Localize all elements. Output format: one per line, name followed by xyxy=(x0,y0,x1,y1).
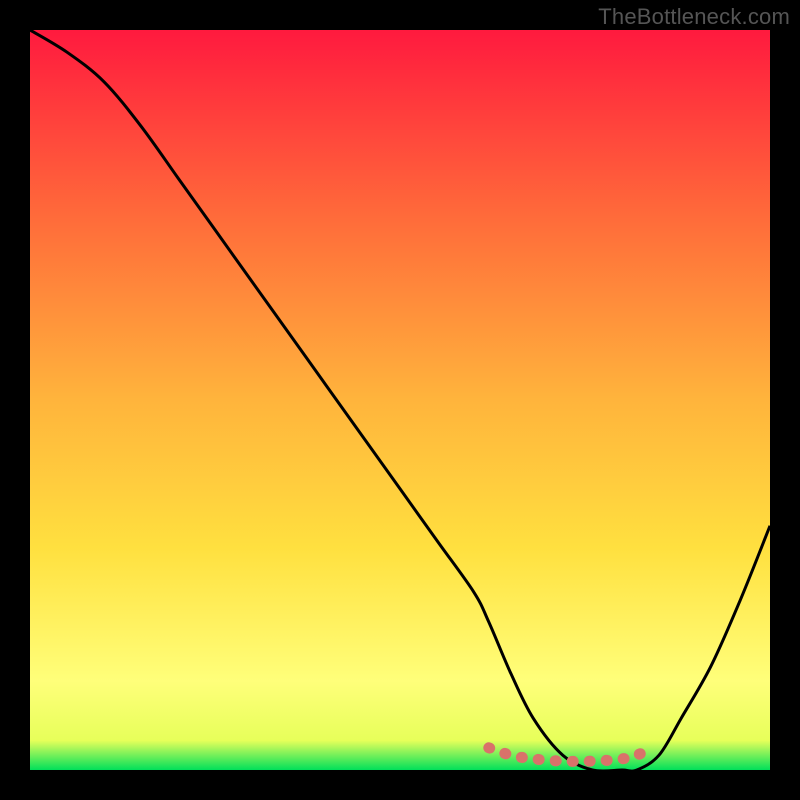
chart-frame: TheBottleneck.com xyxy=(0,0,800,800)
heat-background xyxy=(30,30,770,770)
bottleneck-chart xyxy=(30,30,770,770)
attribution-text: TheBottleneck.com xyxy=(598,4,790,30)
